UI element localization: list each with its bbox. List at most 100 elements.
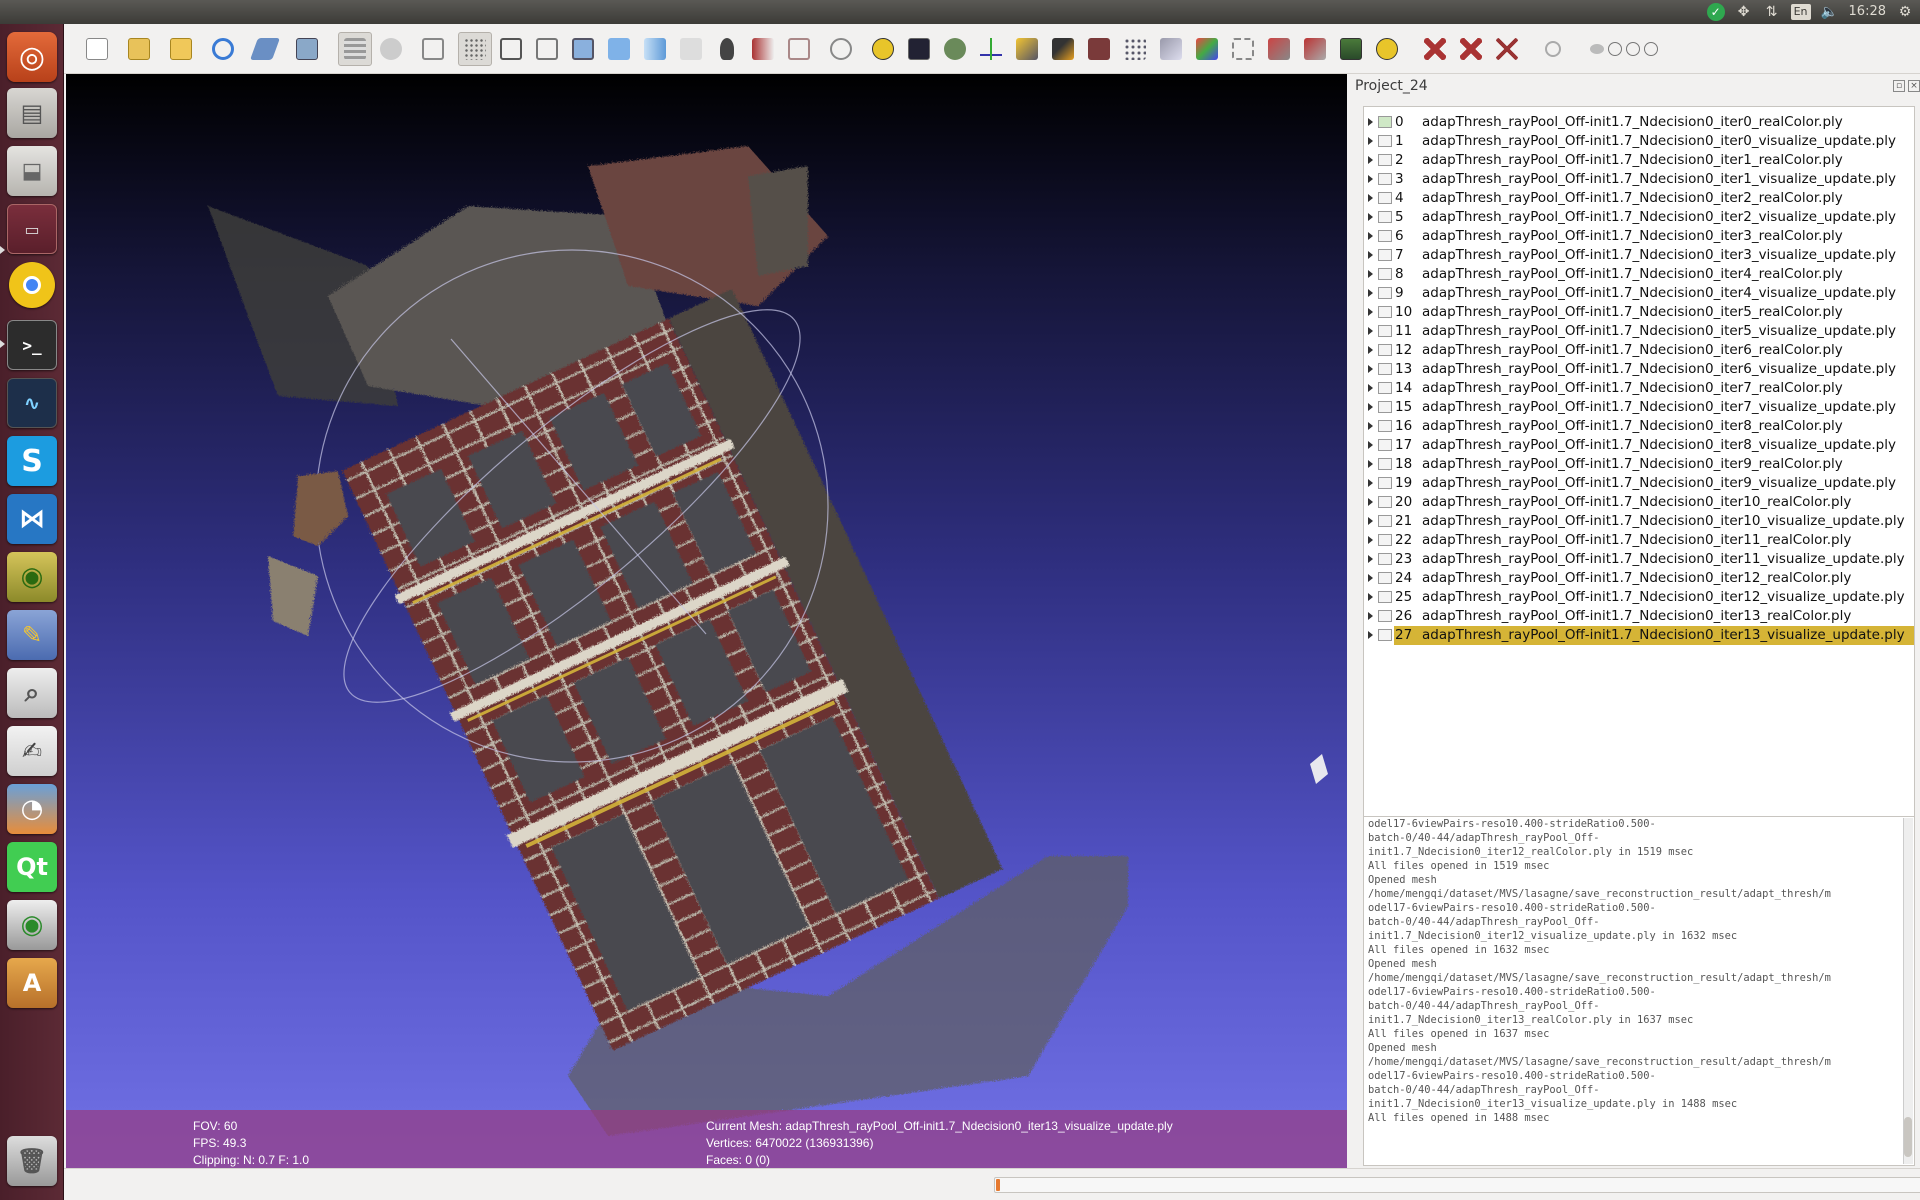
expand-arrow-icon[interactable] [1368,384,1373,392]
color-icon[interactable] [746,32,780,66]
trash-icon[interactable]: 🗑 [7,1136,57,1186]
log-window[interactable]: odel17-6viewPairs-reso10.400-strideRatio… [1363,816,1915,1166]
align-tool-icon[interactable] [1418,32,1452,66]
expand-arrow-icon[interactable] [1368,479,1373,487]
folder-icon[interactable]: ▭ [7,204,57,254]
layer-row[interactable]: 8 adapThresh_rayPool_Off-init1.7_Ndecisio… [1364,265,1916,284]
expand-arrow-icon[interactable] [1368,251,1373,259]
nvidia-icon[interactable]: ◉ [7,552,57,602]
visibility-toggle-icon[interactable] [1378,287,1392,299]
expand-arrow-icon[interactable] [1368,517,1373,525]
layer-row[interactable]: 16 adapThresh_rayPool_Off-init1.7_Ndecisi… [1364,417,1916,436]
image-viewer-icon[interactable]: ⌕ [7,668,57,718]
layer-row[interactable]: 24 adapThresh_rayPool_Off-init1.7_Ndecisi… [1364,569,1916,588]
visibility-toggle-icon[interactable] [1378,249,1392,261]
bbox-icon[interactable] [416,32,450,66]
skype-icon[interactable]: S [7,436,57,486]
float-panel-icon[interactable]: ▫ [1893,80,1905,92]
expand-arrow-icon[interactable] [1368,422,1373,430]
hidden-lines-icon[interactable] [530,32,564,66]
expand-arrow-icon[interactable] [1368,441,1373,449]
drive-icon[interactable]: ⬓ [7,146,57,196]
volume-icon[interactable]: 🔈 [1821,4,1839,20]
delete-vertices-icon[interactable] [1262,32,1296,66]
expand-arrow-icon[interactable] [1368,232,1373,240]
search-icon[interactable] [1536,32,1570,66]
points-render-icon[interactable] [458,32,492,66]
layer-row[interactable]: 2 adapThresh_rayPool_Off-init1.7_Ndecisio… [1364,151,1916,170]
system-monitor-icon[interactable]: ∿ [7,378,57,428]
sphere-mesh-icon[interactable] [938,32,972,66]
lighting-sphere-icon[interactable] [374,32,408,66]
texture-icon[interactable] [674,32,708,66]
visibility-toggle-icon[interactable] [1378,591,1392,603]
layer-row[interactable]: 13 adapThresh_rayPool_Off-init1.7_Ndecisi… [1364,360,1916,379]
expand-arrow-icon[interactable] [1368,137,1373,145]
lambda-icon[interactable] [866,32,900,66]
visibility-toggle-icon[interactable] [1378,135,1392,147]
layer-row[interactable]: 10 adapThresh_rayPool_Off-init1.7_Ndecisi… [1364,303,1916,322]
expand-arrow-icon[interactable] [1368,289,1373,297]
visibility-toggle-icon[interactable] [1378,553,1392,565]
text-editor-icon[interactable]: ✍ [7,726,57,776]
close-panel-icon[interactable]: × [1908,80,1920,92]
visibility-toggle-icon[interactable] [1378,230,1392,242]
visibility-toggle-icon[interactable] [1378,496,1392,508]
layer-row[interactable]: 26 adapThresh_rayPool_Off-init1.7_Ndecisi… [1364,607,1916,626]
settings-gear-icon[interactable]: ⚙ [1896,4,1914,20]
visibility-toggle-icon[interactable] [1378,154,1392,166]
layer-row[interactable]: 14 adapThresh_rayPool_Off-init1.7_Ndecisi… [1364,379,1916,398]
snapshot-icon[interactable] [290,32,324,66]
visibility-toggle-icon[interactable] [1378,344,1392,356]
layers-icon[interactable] [338,32,372,66]
globe-icon[interactable] [824,32,858,66]
visibility-toggle-icon[interactable] [1378,268,1392,280]
expand-arrow-icon[interactable] [1368,460,1373,468]
smooth-icon[interactable] [638,32,672,66]
expand-arrow-icon[interactable] [1368,631,1373,639]
expand-arrow-icon[interactable] [1368,365,1373,373]
eye-icon[interactable]: ◉ [7,900,57,950]
layer-row[interactable]: 9 adapThresh_rayPool_Off-init1.7_Ndecisio… [1364,284,1916,303]
layer-row[interactable]: 1 adapThresh_rayPool_Off-init1.7_Ndecisio… [1364,132,1916,151]
layer-row[interactable]: 17 adapThresh_rayPool_Off-init1.7_Ndecisi… [1364,436,1916,455]
back-face-icon[interactable] [782,32,816,66]
visibility-toggle-icon[interactable] [1378,401,1392,413]
layer-row[interactable]: 3 adapThresh_rayPool_Off-init1.7_Ndecisio… [1364,170,1916,189]
layer-row[interactable]: 27 adapThresh_rayPool_Off-init1.7_Ndecisi… [1364,626,1916,645]
visibility-toggle-icon[interactable] [1378,116,1392,128]
expand-arrow-icon[interactable] [1368,270,1373,278]
save-icon[interactable] [248,32,282,66]
info-icon[interactable] [1370,32,1404,66]
visibility-toggle-icon[interactable] [1378,572,1392,584]
expand-arrow-icon[interactable] [1368,327,1373,335]
visibility-toggle-icon[interactable] [1378,325,1392,337]
expand-arrow-icon[interactable] [1368,194,1373,202]
filter-dark-icon[interactable] [902,32,936,66]
visibility-toggle-icon[interactable] [1378,382,1392,394]
visibility-toggle-icon[interactable] [1378,477,1392,489]
expand-arrow-icon[interactable] [1368,175,1373,183]
flat-lines-icon[interactable] [566,32,600,66]
manipulate-icon[interactable] [1454,32,1488,66]
layer-row[interactable]: 11 adapThresh_rayPool_Off-init1.7_Ndecisi… [1364,322,1916,341]
keyboard-layout-indicator[interactable]: En [1790,4,1811,20]
layer-row[interactable]: 5 adapThresh_rayPool_Off-init1.7_Ndecisio… [1364,208,1916,227]
open-mesh-icon[interactable] [164,32,198,66]
chrome-icon[interactable] [9,262,55,308]
select-faces-icon[interactable] [1154,32,1188,66]
layer-row[interactable]: 25 adapThresh_rayPool_Off-init1.7_Ndecisi… [1364,588,1916,607]
visibility-toggle-icon[interactable] [1378,306,1392,318]
layer-row[interactable]: 7 adapThresh_rayPool_Off-init1.7_Ndecisio… [1364,246,1916,265]
terminal-icon[interactable]: >_ [7,320,57,370]
layer-row[interactable]: 4 adapThresh_rayPool_Off-init1.7_Ndecisio… [1364,189,1916,208]
new-project-icon[interactable] [80,32,114,66]
layer-row[interactable]: 15 adapThresh_rayPool_Off-init1.7_Ndecisi… [1364,398,1916,417]
visibility-toggle-icon[interactable] [1378,420,1392,432]
dropbox-icon[interactable]: ✥ [1735,4,1753,20]
visibility-toggle-icon[interactable] [1378,192,1392,204]
flat-icon[interactable] [602,32,636,66]
light-bulb-icon[interactable] [710,32,744,66]
visibility-toggle-icon[interactable] [1378,458,1392,470]
visibility-toggle-icon[interactable] [1378,363,1392,375]
